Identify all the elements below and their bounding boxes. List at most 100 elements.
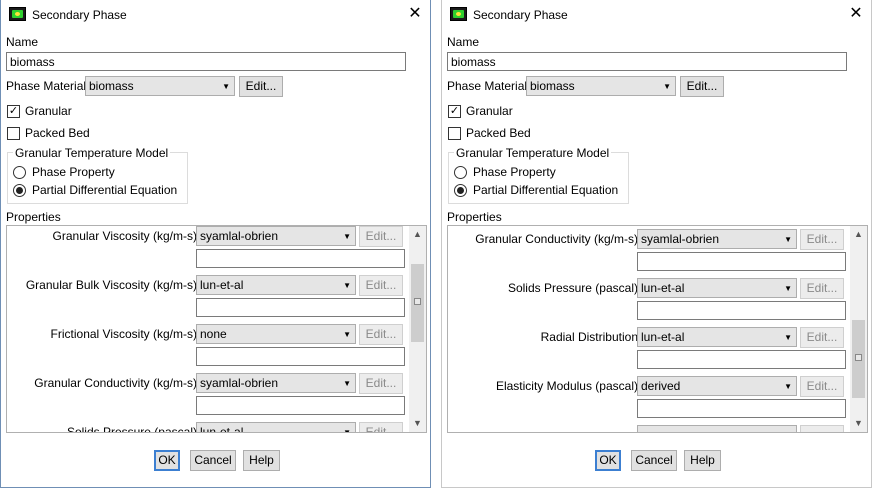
packed-bed-checkbox[interactable] (448, 127, 461, 140)
radial-distribution-field[interactable] (637, 350, 846, 369)
granular-viscosity-label: Granular Viscosity (kg/m-s) (52, 229, 197, 243)
phase-property-label: Phase Property (473, 165, 556, 179)
solids-pressure-value: lun-et-al (641, 281, 685, 295)
solids-pressure-edit-button[interactable]: Edit... (359, 422, 403, 432)
properties-label: Properties (447, 210, 502, 224)
radial-distribution-edit-button[interactable]: Edit... (800, 327, 844, 348)
granular-viscosity-edit-button[interactable]: Edit... (359, 226, 403, 247)
granular-bulk-viscosity-label: Granular Bulk Viscosity (kg/m-s) (25, 278, 197, 292)
granular-checkbox[interactable]: ✓ (448, 105, 461, 118)
frictional-viscosity-dropdown[interactable]: none ▼ (196, 324, 356, 344)
scroll-up-arrow-icon[interactable]: ▲ (409, 226, 426, 243)
granular-conductivity-dropdown[interactable]: syamlal-obrien ▼ (637, 229, 797, 249)
title-bar: Secondary Phase ✕ (442, 0, 871, 30)
phase-material-dropdown[interactable]: biomass ▼ (85, 76, 235, 96)
granular-bulk-viscosity-dropdown[interactable]: lun-et-al ▼ (196, 275, 356, 295)
solids-pressure-dropdown[interactable]: lun-et-al ▼ (196, 422, 356, 433)
granular-conductivity-edit-button[interactable]: Edit... (359, 373, 403, 394)
granular-viscosity-value: syamlal-obrien (200, 229, 279, 243)
name-input[interactable] (447, 52, 847, 71)
dialog-title: Secondary Phase (32, 8, 127, 22)
dialog-title: Secondary Phase (473, 8, 568, 22)
solids-pressure-edit-button[interactable]: Edit... (800, 278, 844, 299)
scroll-up-arrow-icon[interactable]: ▲ (850, 226, 867, 243)
granular-viscosity-field[interactable] (196, 249, 405, 268)
chevron-down-icon: ▼ (222, 82, 230, 91)
chevron-down-icon: ▼ (784, 382, 792, 391)
scrollbar-thumb[interactable] (411, 264, 424, 342)
properties-scrollbar[interactable]: ▲ ▼ (850, 226, 867, 432)
phase-property-radio[interactable] (13, 166, 26, 179)
scrollbar-grip (855, 354, 862, 361)
pde-radio[interactable] (13, 184, 26, 197)
secondary-phase-dialog-left: Secondary Phase ✕ Name Phase Material bi… (0, 0, 431, 488)
phase-material-edit-button[interactable]: Edit... (239, 76, 283, 97)
granular-viscosity-dropdown[interactable]: syamlal-obrien ▼ (196, 226, 356, 246)
granular-conductivity-label: Granular Conductivity (kg/m-s) (34, 376, 197, 390)
next-property-edit-button[interactable] (800, 425, 844, 432)
chevron-down-icon: ▼ (343, 330, 351, 339)
scroll-down-arrow-icon[interactable]: ▼ (409, 415, 426, 432)
chevron-down-icon: ▼ (343, 281, 351, 290)
name-label: Name (6, 35, 39, 49)
elasticity-modulus-field[interactable] (637, 399, 846, 418)
granular-checkbox[interactable]: ✓ (7, 105, 20, 118)
frictional-viscosity-edit-button[interactable]: Edit... (359, 324, 403, 345)
packed-bed-label: Packed Bed (25, 126, 90, 140)
chevron-down-icon: ▼ (343, 232, 351, 241)
chevron-down-icon: ▼ (343, 379, 351, 388)
properties-panel[interactable]: Granular Conductivity (kg/m-s) syamlal-o… (447, 225, 868, 433)
frictional-viscosity-label: Frictional Viscosity (kg/m-s) (50, 327, 197, 341)
cancel-button[interactable]: Cancel (190, 450, 236, 471)
close-icon[interactable]: ✕ (847, 4, 865, 24)
scroll-down-arrow-icon[interactable]: ▼ (850, 415, 867, 432)
chevron-down-icon: ▼ (784, 235, 792, 244)
ok-button[interactable]: OK (595, 450, 621, 471)
next-property-dropdown[interactable]: ▼ (637, 425, 797, 432)
ok-button[interactable]: OK (154, 450, 180, 471)
granular-conductivity-label: Granular Conductivity (kg/m-s) (475, 232, 638, 246)
packed-bed-checkbox[interactable] (7, 127, 20, 140)
frictional-viscosity-field[interactable] (196, 347, 405, 366)
fluent-app-icon (450, 7, 467, 21)
phase-property-radio[interactable] (454, 166, 467, 179)
phase-material-dropdown[interactable]: biomass ▼ (526, 76, 676, 96)
radial-distribution-dropdown[interactable]: lun-et-al ▼ (637, 327, 797, 347)
help-button[interactable]: Help (684, 450, 721, 471)
chevron-down-icon: ▼ (663, 82, 671, 91)
properties-panel[interactable]: Granular Viscosity (kg/m-s) syamlal-obri… (6, 225, 427, 433)
granular-bulk-viscosity-field[interactable] (196, 298, 405, 317)
name-input[interactable] (6, 52, 406, 71)
granular-conductivity-field[interactable] (196, 396, 405, 415)
elasticity-modulus-label: Elasticity Modulus (pascal) (495, 379, 638, 393)
cancel-button[interactable]: Cancel (631, 450, 677, 471)
chevron-down-icon: ▼ (343, 428, 351, 433)
pde-radio[interactable] (454, 184, 467, 197)
solids-pressure-dropdown[interactable]: lun-et-al ▼ (637, 278, 797, 298)
pde-label: Partial Differential Equation (32, 183, 178, 197)
scrollbar-thumb[interactable] (852, 320, 865, 398)
help-button[interactable]: Help (243, 450, 280, 471)
granular-temperature-model-title: Granular Temperature Model (454, 146, 612, 160)
elasticity-modulus-edit-button[interactable]: Edit... (800, 376, 844, 397)
elasticity-modulus-dropdown[interactable]: derived ▼ (637, 376, 797, 396)
phase-material-value: biomass (89, 79, 134, 93)
granular-conductivity-dropdown[interactable]: syamlal-obrien ▼ (196, 373, 356, 393)
solids-pressure-field[interactable] (637, 301, 846, 320)
phase-material-label: Phase Material (6, 79, 87, 93)
fluent-app-icon (9, 7, 26, 21)
solids-pressure-label: Solids Pressure (pascal) (507, 281, 638, 295)
granular-conductivity-field[interactable] (637, 252, 846, 271)
granular-conductivity-edit-button[interactable]: Edit... (800, 229, 844, 250)
properties-scrollbar[interactable]: ▲ ▼ (409, 226, 426, 432)
checkmark-icon: ✓ (8, 105, 19, 117)
granular-bulk-viscosity-value: lun-et-al (200, 278, 244, 292)
solids-pressure-label: Solids Pressure (pascal) (66, 425, 197, 433)
granular-temperature-model-title: Granular Temperature Model (13, 146, 171, 160)
elasticity-modulus-value: derived (641, 379, 681, 393)
phase-material-edit-button[interactable]: Edit... (680, 76, 724, 97)
close-icon[interactable]: ✕ (406, 4, 424, 24)
phase-property-label: Phase Property (32, 165, 115, 179)
granular-bulk-viscosity-edit-button[interactable]: Edit... (359, 275, 403, 296)
chevron-down-icon: ▼ (784, 428, 792, 432)
